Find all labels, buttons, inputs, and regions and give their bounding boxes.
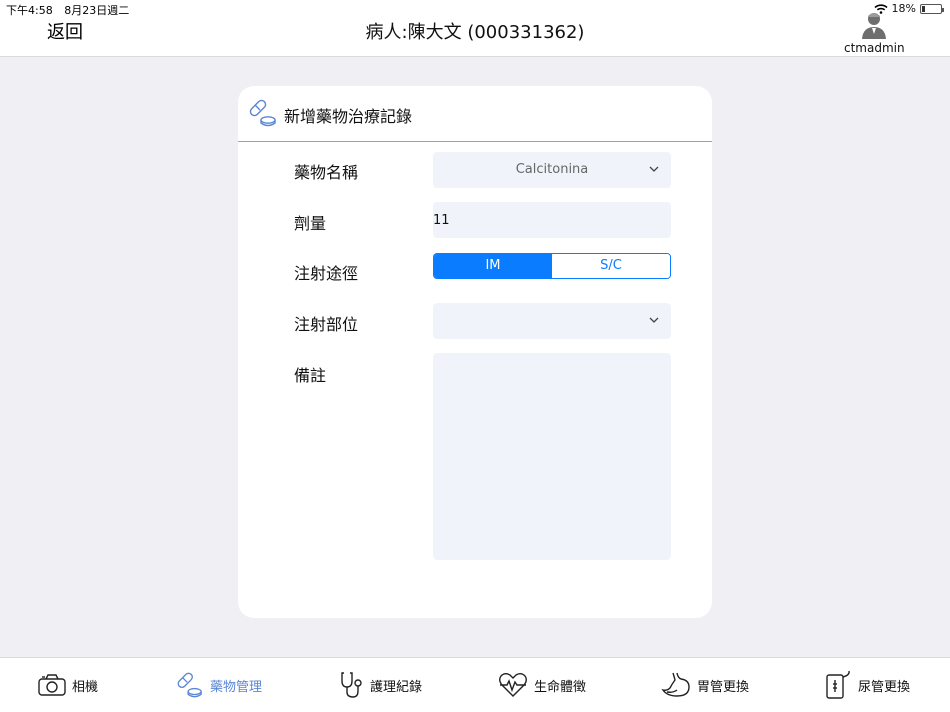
tab-camera[interactable]: 相機 bbox=[38, 670, 98, 700]
tab-vital-signs[interactable]: 生命體徵 bbox=[498, 670, 586, 700]
notes-textarea[interactable] bbox=[433, 353, 671, 560]
route-option-sc[interactable]: S/C bbox=[552, 254, 670, 278]
pill-icon bbox=[177, 672, 202, 698]
status-time: 下午4:58 bbox=[6, 4, 53, 17]
tab-camera-label: 相機 bbox=[72, 679, 99, 695]
camera-icon bbox=[38, 674, 66, 696]
tab-urinary-catheter-change-label: 尿管更換 bbox=[858, 679, 911, 695]
injection-site-label: 注射部位 bbox=[294, 315, 359, 334]
heartbeat-icon bbox=[499, 673, 527, 697]
chevron-down-icon bbox=[649, 317, 659, 323]
dose-input[interactable]: 11 bbox=[433, 202, 671, 238]
drug-name-value: Calcitonina bbox=[515, 162, 589, 177]
drug-name-select[interactable]: Calcitonina bbox=[433, 152, 671, 188]
user-profile[interactable]: ctmadmin bbox=[844, 10, 905, 55]
tab-urinary-catheter-change[interactable]: 尿管更換 bbox=[824, 670, 910, 700]
tab-ng-tube-change-label: 胃管更換 bbox=[697, 679, 750, 695]
notes-label: 備註 bbox=[294, 366, 327, 385]
tab-medication-label: 藥物管理 bbox=[210, 679, 263, 695]
urine-bag-icon bbox=[826, 670, 850, 699]
status-bar-left: 下午4:58 8月23日週二 bbox=[6, 2, 137, 18]
dose-value: 11 bbox=[433, 213, 450, 228]
bottom-tab-bar: 相機 藥物管理 護理紀錄 生命體徵 胃管更換 尿管更換 bbox=[0, 657, 950, 712]
injection-site-select[interactable] bbox=[433, 303, 671, 339]
stomach-icon bbox=[661, 672, 690, 697]
card-title: 新增藥物治療記錄 bbox=[284, 107, 413, 126]
add-medication-card: 新增藥物治療記錄 藥物名稱 Calcitonina 劑量 11 注射途徑 IM … bbox=[238, 86, 712, 618]
tab-ng-tube-change[interactable]: 胃管更換 bbox=[661, 670, 749, 700]
status-date: 8月23日週二 bbox=[64, 4, 130, 17]
drug-name-label: 藥物名稱 bbox=[294, 163, 359, 182]
injection-route-segmented[interactable]: IM S/C bbox=[433, 253, 671, 279]
tab-medication[interactable]: 藥物管理 bbox=[174, 670, 262, 700]
chevron-down-icon bbox=[649, 166, 659, 172]
stethoscope-icon bbox=[341, 672, 362, 698]
card-header: 新增藥物治療記錄 bbox=[238, 86, 712, 142]
medication-icon bbox=[249, 99, 276, 127]
nav-header: 下午4:58 8月23日週二 18% 返回 病人:陳大文 (000331362)… bbox=[0, 0, 950, 57]
injection-route-label: 注射途徑 bbox=[294, 264, 359, 283]
dose-label: 劑量 bbox=[294, 214, 327, 233]
tab-nursing-records-label: 護理紀錄 bbox=[370, 679, 423, 695]
route-option-im[interactable]: IM bbox=[434, 254, 552, 278]
tab-nursing-records[interactable]: 護理紀錄 bbox=[340, 670, 422, 700]
username-label: ctmadmin bbox=[844, 41, 905, 55]
patient-title: 病人:陳大文 (000331362) bbox=[365, 22, 585, 43]
doctor-avatar-icon bbox=[862, 13, 886, 39]
tab-vital-signs-label: 生命體徵 bbox=[534, 679, 587, 695]
battery-icon bbox=[920, 3, 944, 14]
